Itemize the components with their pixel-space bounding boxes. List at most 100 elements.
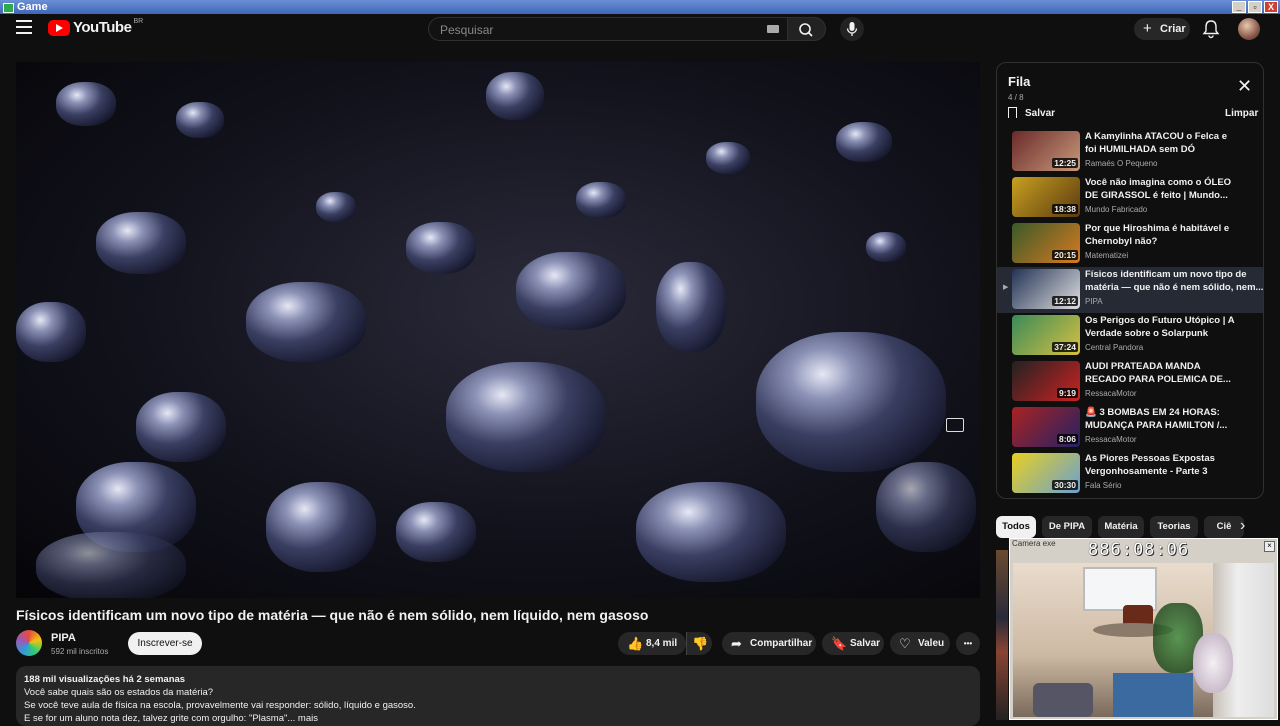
- queue-item-title[interactable]: A Kamylinha ATACOU o Felca e: [1085, 131, 1227, 142]
- queue-item-channel: Fala Sério: [1085, 481, 1122, 490]
- video-duration: 12:12: [1052, 296, 1078, 306]
- more-actions-button[interactable]: •••: [956, 632, 980, 655]
- channel-name[interactable]: PIPA: [51, 632, 76, 644]
- queue-position: 4 / 8: [1008, 93, 1024, 102]
- chip-de-pipa[interactable]: De PIPA: [1042, 516, 1092, 538]
- chip-todos[interactable]: Todos: [996, 516, 1036, 538]
- maximize-button[interactable]: ▫: [1248, 1, 1262, 13]
- queue-item-title[interactable]: Por que Hiroshima é habitável e: [1085, 223, 1229, 234]
- share-button[interactable]: ➦ Compartilhar: [722, 632, 816, 655]
- window-title-bar: Game _ ▫ X: [0, 0, 1280, 14]
- filter-chips: Todos De PIPA Matéria Teorias Ciê: [996, 516, 1258, 538]
- description-box[interactable]: 188 mil visualizações há 2 semanas Você …: [16, 666, 980, 726]
- keyboard-icon[interactable]: [767, 25, 779, 33]
- search-placeholder: Pesquisar: [440, 23, 494, 37]
- dislike-button[interactable]: 👎: [686, 632, 712, 655]
- queue-item-title[interactable]: Você não imagina como o ÓLEO: [1085, 177, 1231, 188]
- queue-item-channel: PIPA: [1085, 297, 1103, 306]
- save-label: Salvar: [850, 638, 881, 649]
- channel-avatar[interactable]: [16, 630, 42, 656]
- chevron-right-icon[interactable]: ›: [1240, 516, 1245, 536]
- voice-search-button[interactable]: [840, 17, 864, 41]
- search-icon: [799, 23, 813, 37]
- close-icon[interactable]: ✕: [1237, 77, 1252, 95]
- youtube-play-icon: [48, 19, 70, 36]
- queue-item[interactable]: 12:25 A Kamylinha ATACOU o Felca e foi HUM…: [997, 129, 1263, 175]
- queue-clear-button[interactable]: Limpar: [1225, 108, 1258, 119]
- thumbs-down-icon: 👎: [692, 636, 709, 651]
- queue-item[interactable]: 18:38 Você não imagina como o ÓLEO DE GIRA…: [997, 175, 1263, 221]
- search-input[interactable]: Pesquisar: [428, 17, 788, 41]
- bookmark-icon: [1008, 107, 1017, 118]
- queue-item-title-cont[interactable]: Verdade sobre o Solarpunk: [1085, 328, 1208, 339]
- video-duration: 9:19: [1056, 388, 1078, 398]
- queue-save-button[interactable]: Salvar: [1008, 107, 1055, 119]
- video-duration: 18:38: [1052, 204, 1078, 214]
- queue-item-title[interactable]: AUDI PRATEADA MANDA: [1085, 361, 1201, 372]
- search-button[interactable]: [788, 17, 826, 41]
- heart-icon: ♡: [899, 636, 911, 651]
- video-player[interactable]: [16, 62, 980, 598]
- queue-item-title-cont[interactable]: MUDANÇA PARA HAMILTON /...: [1085, 420, 1227, 431]
- queue-item-title[interactable]: 🚨 3 BOMBAS EM 24 HORAS:: [1085, 407, 1220, 418]
- queue-item[interactable]: 20:15 Por que Hiroshima é habitável e Cher…: [997, 221, 1263, 267]
- thanks-button[interactable]: ♡ Valeu: [890, 632, 950, 655]
- queue-panel: Fila 4 / 8 ✕ Salvar Limpar 12:25 A Kamyli…: [996, 62, 1264, 499]
- share-icon: ➦: [731, 636, 742, 651]
- queue-item[interactable]: 37:24 Os Perigos do Futuro Utópico | A Ver…: [997, 313, 1263, 359]
- queue-thumbnail[interactable]: 37:24: [1012, 315, 1080, 355]
- queue-item-title-cont[interactable]: Vergonhosamente - Parte 3: [1085, 466, 1207, 477]
- queue-item-channel: Ramaés O Pequeno: [1085, 159, 1158, 168]
- chip-ciencia[interactable]: Ciê: [1204, 516, 1244, 538]
- queue-thumbnail[interactable]: 8:06: [1012, 407, 1080, 447]
- chip-materia[interactable]: Matéria: [1098, 516, 1144, 538]
- youtube-logo[interactable]: YouTube BR: [48, 18, 143, 36]
- like-button[interactable]: 👍 8,4 mil: [618, 632, 686, 655]
- now-playing-icon: ▶: [1003, 284, 1009, 291]
- queue-item[interactable]: 8:06 🚨 3 BOMBAS EM 24 HORAS: MUDANÇA PARA …: [997, 405, 1263, 451]
- camera-close-button[interactable]: ×: [1264, 541, 1275, 552]
- miniplayer-icon[interactable]: [946, 418, 964, 432]
- like-count: 8,4 mil: [646, 638, 678, 649]
- queue-item-title-cont[interactable]: matéria — que não é nem sólido, nem...: [1085, 282, 1263, 293]
- camera-overlay-window[interactable]: Camera exe 886:08:06 ×: [1009, 538, 1278, 720]
- queue-item-title-cont[interactable]: Chernobyl não?: [1085, 236, 1157, 247]
- app-icon: [3, 3, 14, 13]
- queue-thumbnail[interactable]: 20:15: [1012, 223, 1080, 263]
- create-label: Criar: [1160, 23, 1186, 35]
- queue-thumbnail[interactable]: 18:38: [1012, 177, 1080, 217]
- queue-save-label: Salvar: [1025, 108, 1056, 119]
- queue-item-title-cont[interactable]: foi HUMILHADA sem DÓ: [1085, 144, 1195, 155]
- notifications-bell-icon[interactable]: [1202, 19, 1220, 39]
- queue-thumbnail[interactable]: 9:19: [1012, 361, 1080, 401]
- minimize-button[interactable]: _: [1232, 1, 1246, 13]
- logo-text: YouTube: [73, 19, 132, 36]
- close-window-button[interactable]: X: [1264, 1, 1278, 13]
- queue-item[interactable]: 30:30 As Piores Pessoas Expostas Vergonhos…: [997, 451, 1263, 497]
- camera-clock: 886:08:06: [1088, 540, 1190, 560]
- queue-thumbnail[interactable]: 12:12: [1012, 269, 1080, 309]
- queue-item-title[interactable]: Os Perigos do Futuro Utópico | A: [1085, 315, 1235, 326]
- chip-teorias[interactable]: Teorias: [1150, 516, 1198, 538]
- thanks-label: Valeu: [918, 638, 945, 649]
- queue-item[interactable]: ▶ 12:12 Físicos identificam um novo tipo d…: [997, 267, 1263, 313]
- queue-item-title-cont[interactable]: RECADO PARA POLEMICA DE...: [1085, 374, 1231, 385]
- create-button[interactable]: + Criar: [1134, 18, 1190, 40]
- queue-thumbnail[interactable]: 12:25: [1012, 131, 1080, 171]
- description-line-1: Você sabe quais são os estados da matéri…: [24, 687, 214, 698]
- queue-item[interactable]: 9:19 AUDI PRATEADA MANDA RECADO PARA POLEM…: [997, 359, 1263, 405]
- save-button[interactable]: 🔖 Salvar: [822, 632, 884, 655]
- subscribe-button[interactable]: Inscrever-se: [128, 632, 202, 655]
- menu-icon[interactable]: [16, 20, 32, 34]
- queue-item-title[interactable]: Físicos identificam um novo tipo de: [1085, 269, 1247, 280]
- queue-item-title-cont[interactable]: DE GIRASSOL é feito | Mundo...: [1085, 190, 1228, 201]
- plus-icon: +: [1143, 20, 1152, 37]
- queue-item-title[interactable]: As Piores Pessoas Expostas: [1085, 453, 1215, 464]
- queue-item-channel: Mundo Fabricado: [1085, 205, 1148, 214]
- video-duration: 12:25: [1052, 158, 1078, 168]
- queue-item-channel: RessacaMotor: [1085, 435, 1137, 444]
- queue-thumbnail[interactable]: 30:30: [1012, 453, 1080, 493]
- user-avatar[interactable]: [1238, 18, 1260, 40]
- share-label: Compartilhar: [750, 638, 813, 649]
- video-duration: 20:15: [1052, 250, 1078, 260]
